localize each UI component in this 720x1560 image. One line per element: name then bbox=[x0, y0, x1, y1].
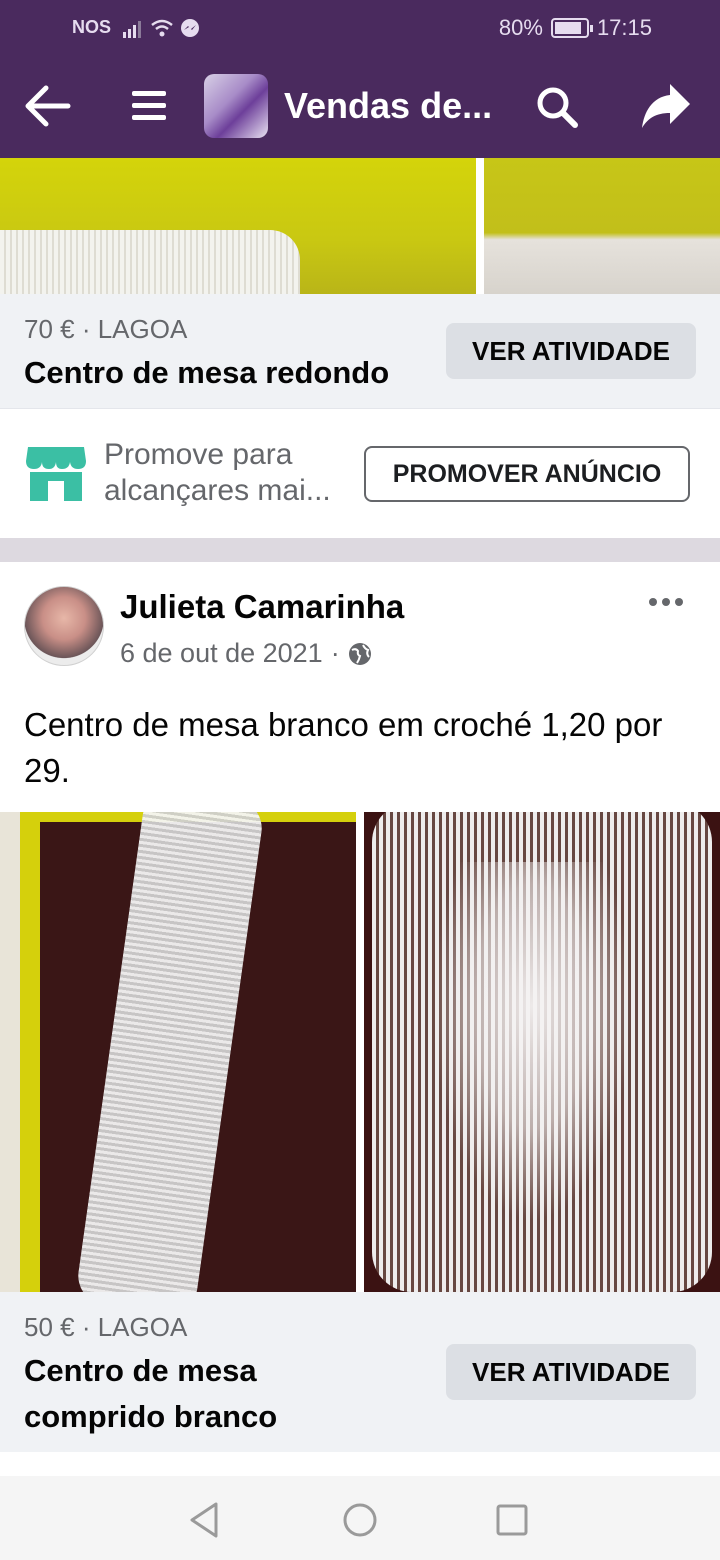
listing-photo[interactable] bbox=[0, 158, 476, 294]
clock: 17:15 bbox=[596, 15, 652, 40]
battery-icon bbox=[550, 18, 593, 38]
promote-row: Promove para alcançares mai... PROMOVER … bbox=[0, 408, 720, 538]
signal-icons bbox=[122, 18, 200, 38]
listing-price-location: 50 € · LAGOA bbox=[24, 1312, 188, 1342]
back-arrow-icon[interactable] bbox=[24, 84, 72, 128]
group-title[interactable]: Vendas de... bbox=[284, 85, 499, 127]
cell-signal-icon bbox=[123, 21, 141, 38]
post-photo[interactable] bbox=[0, 812, 356, 1292]
listing-price-location: 70 € · LAGOA bbox=[24, 314, 188, 344]
share-icon[interactable] bbox=[640, 82, 692, 130]
feed-divider bbox=[0, 538, 720, 562]
view-activity-button[interactable]: VER ATIVIDADE bbox=[446, 323, 696, 379]
storefront-icon bbox=[26, 447, 86, 501]
search-icon[interactable] bbox=[534, 84, 580, 130]
listing-name: Centro de mesa comprido branco bbox=[24, 1353, 278, 1434]
more-options-icon[interactable] bbox=[646, 592, 686, 612]
post-date[interactable]: 6 de out de 2021 bbox=[120, 638, 323, 669]
listing-info-bar: 70 € · LAGOA Centro de mesa redondo VER … bbox=[0, 294, 720, 408]
hamburger-menu-icon[interactable] bbox=[130, 86, 170, 126]
status-right: 80% 17:15 bbox=[499, 15, 652, 41]
previous-listing-photos[interactable] bbox=[0, 158, 720, 294]
post-meta: 6 de out de 2021 · bbox=[120, 638, 372, 669]
post-photo[interactable] bbox=[364, 812, 720, 1292]
status-bar: NOS 80% 17:15 bbox=[0, 0, 720, 56]
feed-post: Julieta Camarinha 6 de out de 2021 · Cen… bbox=[0, 562, 720, 1292]
listing-info-bar: 50 € · LAGOA Centro de mesa comprido bra… bbox=[0, 1292, 720, 1452]
messenger-icon bbox=[181, 19, 199, 37]
system-nav-bar bbox=[0, 1476, 720, 1560]
post-author[interactable]: Julieta Camarinha bbox=[120, 588, 404, 626]
wifi-icon bbox=[151, 19, 173, 37]
listing-name: Centro de mesa redondo bbox=[24, 355, 390, 390]
top-header: NOS 80% 17:15 Vendas de... bbox=[0, 0, 720, 158]
promote-listing-button[interactable]: PROMOVER ANÚNCIO bbox=[364, 446, 690, 502]
nav-recents-icon[interactable] bbox=[492, 1500, 532, 1540]
battery-percent: 80% bbox=[498, 15, 543, 40]
post-text: Centro de mesa branco em croché 1,20 por… bbox=[24, 706, 663, 789]
globe-icon bbox=[348, 642, 371, 665]
promote-text: Promove para alcançares mai... bbox=[104, 438, 331, 507]
group-thumbnail[interactable] bbox=[204, 74, 268, 138]
author-avatar[interactable] bbox=[24, 586, 104, 666]
view-activity-button[interactable]: VER ATIVIDADE bbox=[446, 1344, 696, 1400]
carrier-label: NOS bbox=[72, 17, 112, 37]
listing-photo[interactable] bbox=[484, 158, 720, 294]
meta-separator: · bbox=[330, 638, 340, 668]
app-bar: Vendas de... bbox=[0, 70, 720, 142]
nav-back-icon[interactable] bbox=[186, 1500, 226, 1540]
nav-home-icon[interactable] bbox=[340, 1500, 380, 1540]
